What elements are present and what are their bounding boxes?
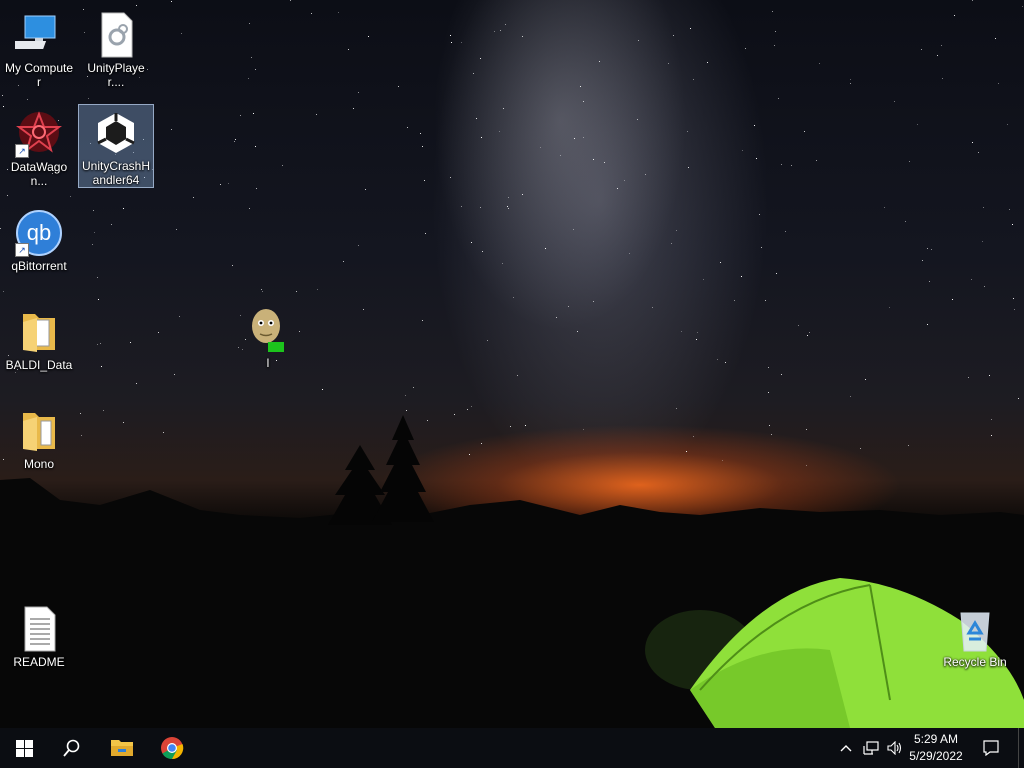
action-center-button[interactable] [978,728,1004,768]
clock-time: 5:29 AM [913,732,959,746]
search-icon [63,739,80,757]
desktop-icon-unitycrashhandler64[interactable]: UnityCrashHandler64 [78,104,154,188]
clock-date: 5/29/2022 [909,749,963,763]
folder-icon [15,308,63,356]
desktop-icon-label: My Computer [4,61,74,89]
unity-icon [92,109,140,157]
desktop[interactable]: My Computer UnityPlayer.... ↗ DataWagon.… [0,0,1024,728]
action-center-icon [983,740,999,756]
desktop-icon-label: l [266,356,270,370]
desktop-icon-label: UnityPlayer.... [87,61,145,89]
computer-icon [9,11,63,59]
desktop-icon-unityplayer[interactable]: UnityPlayer.... [78,6,154,90]
svg-text:qb: qb [27,220,51,245]
desktop-icon-label: UnityCrashHandler64 [81,159,150,187]
start-button[interactable] [0,728,48,768]
desktop-icon-label: Mono [23,457,55,471]
recycle-bin-icon [951,605,999,653]
taskbar-clock[interactable]: 5:29 AM 5/29/2022 [898,731,974,765]
desktop-icon-label: BALDI_Data [5,358,73,372]
baldi-icon [244,306,292,354]
desktop-icon-label: README [13,655,65,669]
text-file-icon [15,605,63,653]
desktop-icon-label: Recycle Bin [943,655,1007,669]
chrome-icon [161,737,184,760]
file-explorer-icon [111,740,133,756]
taskbar: 5:29 AM 5/29/2022 [0,728,1024,768]
network-button[interactable] [860,728,882,768]
shortcut-arrow-icon: ↗ [15,243,29,257]
network-icon [863,741,879,755]
desktop-icon-label: qBittorrent [11,259,67,273]
datawagon-icon: ↗ [15,110,63,158]
search-button[interactable] [48,728,96,768]
windows-start-icon [15,739,33,757]
desktop-icon-mono[interactable]: Mono [1,402,77,472]
desktop-icon-qbittorrent[interactable]: qb ↗ qBittorrent [1,204,77,274]
dll-file-icon [92,11,140,59]
chevron-up-icon [840,745,852,752]
desktop-icon-baldi-data[interactable]: BALDI_Data [1,303,77,373]
desktop-icon-datawagon[interactable]: ↗ DataWagon... [1,105,77,189]
show-desktop-button[interactable] [1018,728,1024,768]
desktop-icon-baldi[interactable]: l [230,301,306,371]
folder-icon [15,407,63,455]
desktop-icon-recycle-bin[interactable]: Recycle Bin [937,600,1013,670]
desktop-icon-label: DataWagon... [10,160,68,188]
qbittorrent-icon: qb ↗ [15,209,63,257]
pine-tree-right [372,415,434,522]
desktop-icon-my-computer[interactable]: My Computer [1,6,77,90]
chrome-button[interactable] [148,728,196,768]
show-hidden-icons-button[interactable] [836,728,856,768]
file-explorer-button[interactable] [98,728,146,768]
shortcut-arrow-icon: ↗ [15,144,29,158]
desktop-icon-readme[interactable]: README [1,600,77,670]
